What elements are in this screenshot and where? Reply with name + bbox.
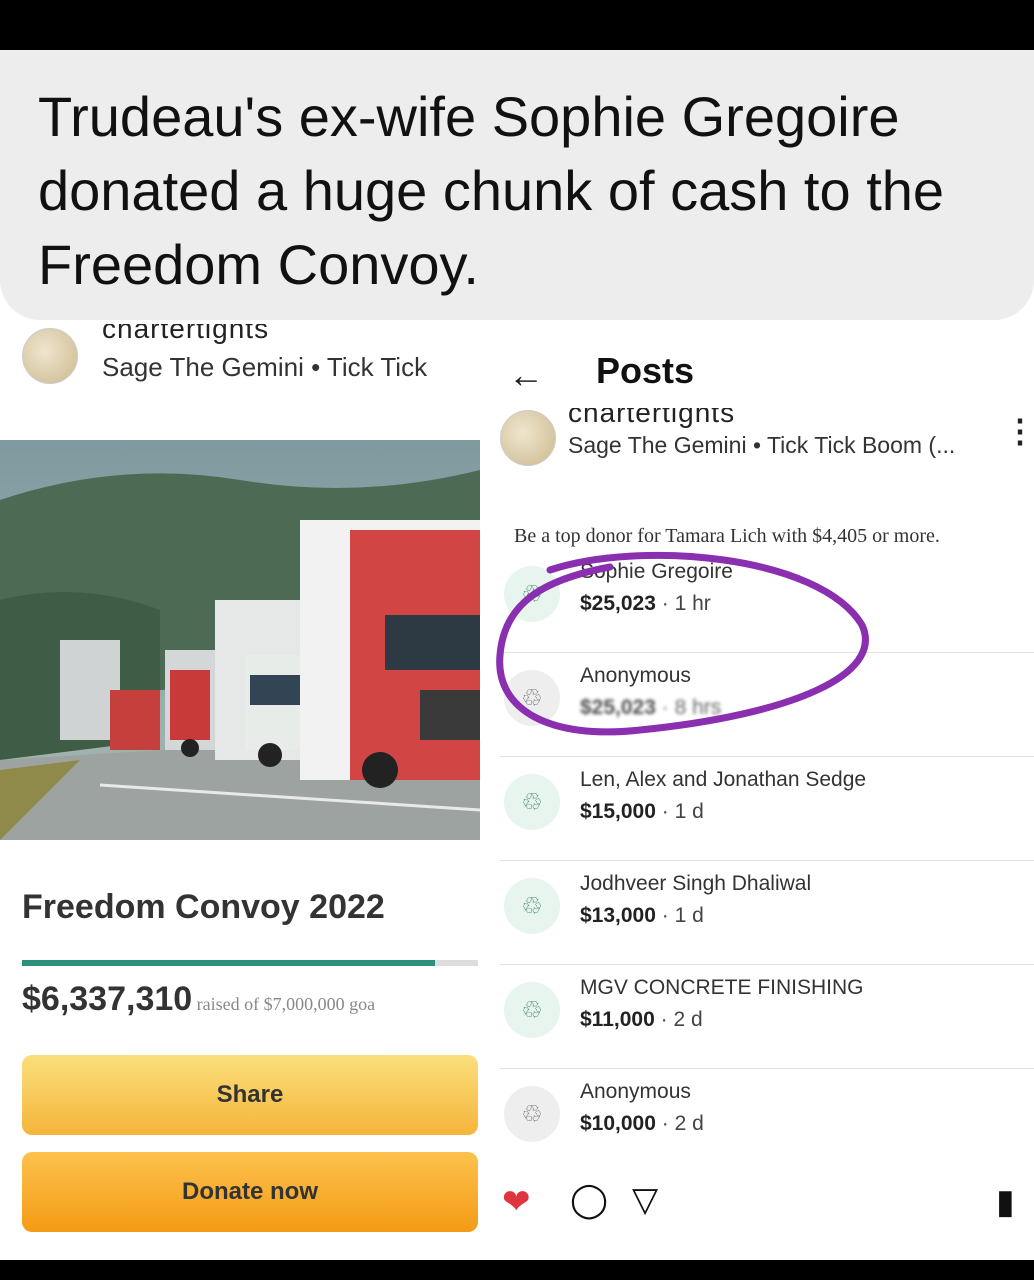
donor-name: Anonymous [580,1080,691,1103]
instagram-action-bar: ❤ ◯ ▽ ▮ [490,1158,1034,1258]
account-subtitle: Sage The Gemini • Tick Tick [102,352,428,382]
post-frame: Trudeau's ex-wife Sophie Gregoire donate… [0,50,1034,1260]
donation-divider [500,756,1034,757]
donation-amount: $11,000 [580,1008,655,1031]
donate-now-button[interactable]: Donate now [22,1152,478,1232]
comment-icon[interactable]: ◯ [570,1180,608,1220]
donor-name: Len, Alex and Jonathan Sedge [580,768,867,791]
back-arrow-icon[interactable]: ← [508,354,544,396]
donation-amount: $15,000 [580,800,656,823]
donation-amount-row: $10,000 · 2 d [580,1112,704,1136]
campaign-title: Freedom Convoy 2022 [22,888,385,926]
donation-amount: $13,000 [580,904,656,927]
account-subtitle: Sage The Gemini • Tick Tick Boom (... [568,432,956,458]
donation-divider [500,860,1034,861]
raised-goal: raised of $7,000,000 goa [196,994,376,1014]
donation-divider [500,1068,1034,1069]
share-button[interactable]: Share [22,1055,478,1135]
bookmark-icon[interactable]: ▮ [996,1182,1015,1222]
donor-icon: ♲ [504,878,560,934]
account-name[interactable]: chartertights [568,408,735,430]
caption-text: Trudeau's ex-wife Sophie Gregoire donate… [38,85,945,296]
donations-screenshot: ← Posts chartertights Sage The Gemini • … [490,320,1034,1260]
account-avatar[interactable] [22,328,78,384]
annotation-circle [496,551,869,736]
heart-icon[interactable]: ❤ [502,1182,531,1222]
donor-icon: ♲ [504,774,560,830]
separator: · [655,800,675,823]
convoy-photo-art [0,440,480,840]
account-avatar[interactable] [500,410,556,466]
share-icon[interactable]: ▽ [632,1180,658,1220]
donation-amount-row: $11,000 · 2 d [580,1008,703,1032]
progress-bar-fill [22,960,435,966]
separator: · [654,1008,674,1031]
campaign-screenshot: chartertights Sage The Gemini • Tick Tic… [0,320,490,1260]
donation-amount-row: $13,000 · 1 d [580,904,704,928]
donation-amount-row: $15,000 · 1 d [580,800,704,824]
account-name[interactable]: chartertights [102,324,269,346]
raised-summary: $6,337,310 raised of $7,000,000 goa [22,980,375,1019]
donor-icon: ♲ [504,982,560,1038]
more-options-icon[interactable]: ⋮ [1004,412,1034,450]
donor-name: Jodhveer Singh Dhaliwal [580,872,812,895]
donation-time: 1 d [674,800,704,823]
posts-title: Posts [596,350,695,391]
caption-bubble: Trudeau's ex-wife Sophie Gregoire donate… [0,50,1034,320]
donation-amount: $10,000 [580,1112,656,1135]
donor-icon: ♲ [504,1086,560,1142]
donation-time: 1 d [674,904,704,927]
raised-amount: $6,337,310 [22,980,193,1018]
progress-bar [22,960,478,966]
donation-divider [500,964,1034,965]
donation-time: 2 d [673,1008,703,1031]
convoy-photo [0,440,480,840]
donation-time: 2 d [674,1112,704,1135]
separator: · [655,904,675,927]
donor-name: MGV CONCRETE FINISHING [580,976,864,999]
separator: · [655,1112,675,1135]
